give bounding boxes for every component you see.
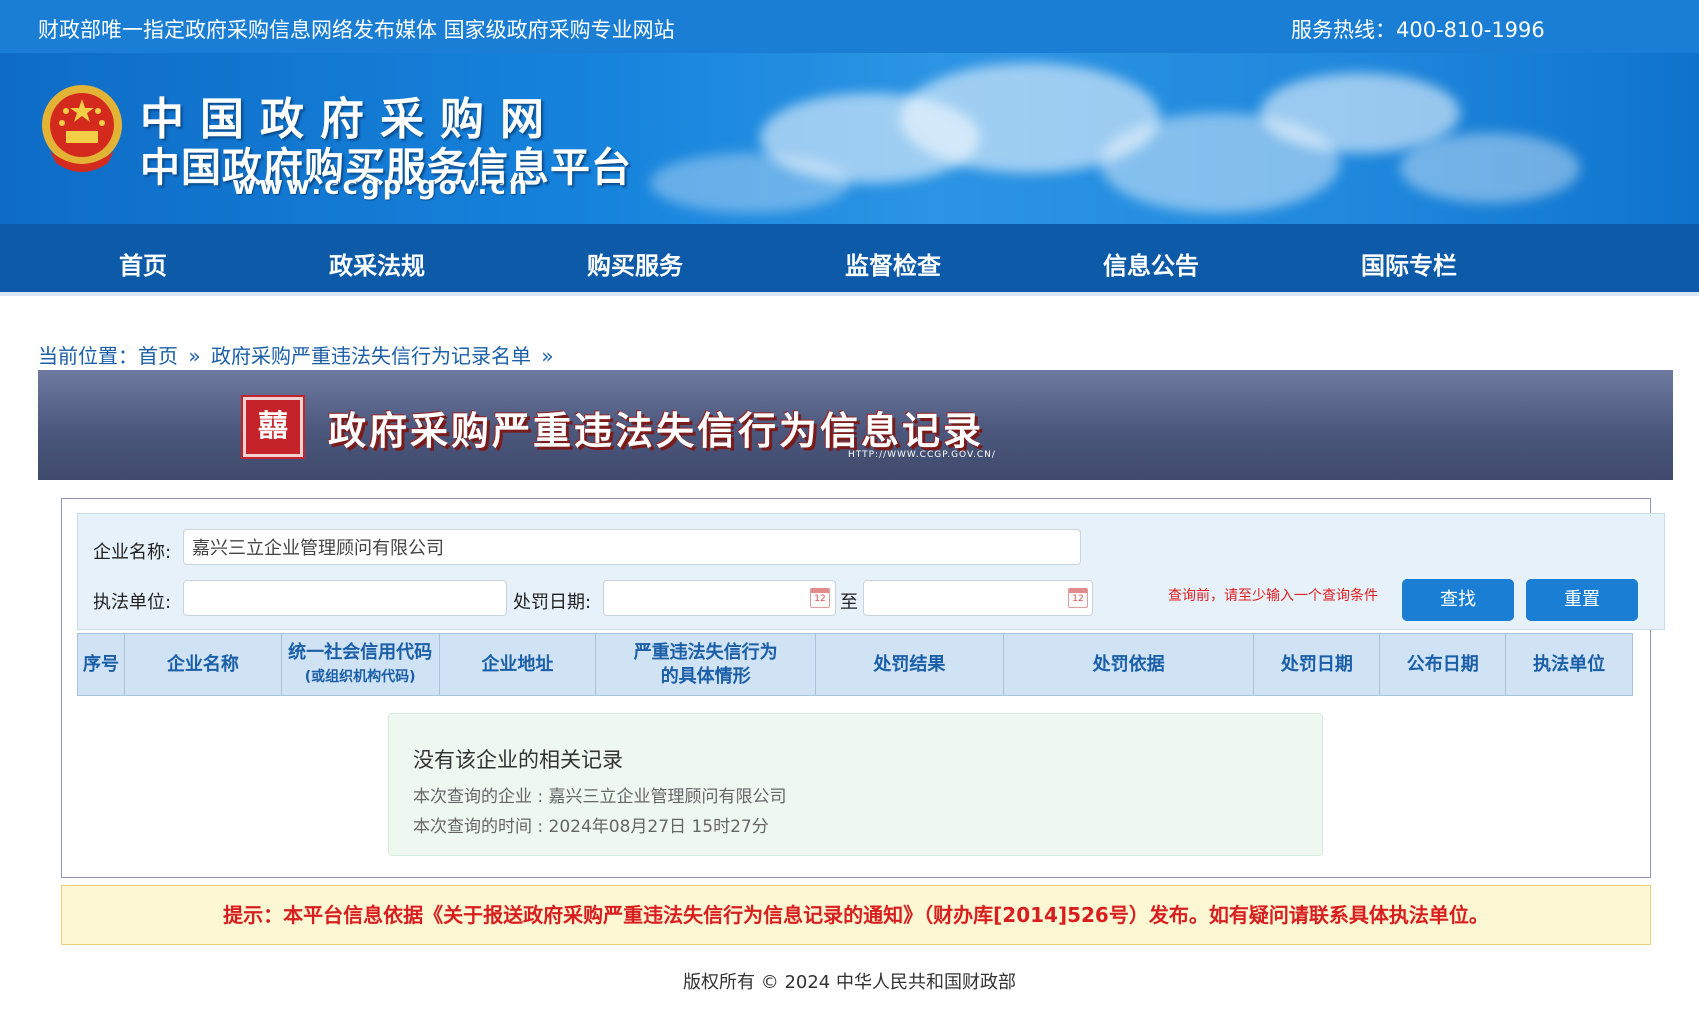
title-banner: 囍 政府采购严重违法失信行为信息记录 HTTP://WWW.CCGP.GOV.C… <box>38 370 1673 480</box>
column-header-index: 序号 <box>78 634 125 695</box>
site-banner: 中国政府采购网 中国政府购买服务信息平台 www.ccgp.gov.cn <box>0 53 1699 224</box>
company-name-label: 企业名称: <box>93 542 172 563</box>
nav-item-home[interactable]: 首页 <box>119 246 167 281</box>
penalty-date-label: 处罚日期: <box>513 592 592 613</box>
breadcrumb-separator: » <box>541 344 554 368</box>
breadcrumb-current-link[interactable]: 政府采购严重违法失信行为记录名单 <box>211 344 531 368</box>
queried-company: 本次查询的企业 : 嘉兴三立企业管理顾问有限公司 <box>413 787 787 807</box>
column-header-company: 企业名称 <box>125 634 282 695</box>
no-record-message-box: 没有该企业的相关记录 本次查询的企业 : 嘉兴三立企业管理顾问有限公司 本次查询… <box>388 713 1323 856</box>
site-slogan: 财政部唯一指定政府采购信息网络发布媒体 国家级政府采购专业网站 <box>38 18 675 42</box>
top-strip: 财政部唯一指定政府采购信息网络发布媒体 国家级政府采购专业网站 服务热线：400… <box>0 0 1699 53</box>
column-header-violation: 严重违法失信行为 的具体情形 <box>596 634 817 695</box>
date-to-input[interactable] <box>863 580 1093 616</box>
title-banner-url: HTTP://WWW.CCGP.GOV.CN/ <box>848 450 996 460</box>
column-header-agency: 执法单位 <box>1533 653 1606 675</box>
main-nav: 首页 政采法规 购买服务 监督检查 信息公告 国际专栏 <box>0 224 1699 296</box>
breadcrumb: 当前位置：首页 » 政府采购严重违法失信行为记录名单 » <box>38 340 558 369</box>
reset-button[interactable]: 重置 <box>1526 579 1638 621</box>
agency-input[interactable] <box>183 580 507 616</box>
column-header-penalty-result: 处罚结果 <box>816 634 1004 695</box>
national-emblem-icon <box>42 85 122 172</box>
column-header-address: 企业地址 <box>440 634 597 695</box>
column-header-penalty-date: 处罚日期 <box>1254 634 1381 695</box>
calendar-icon[interactable]: 12 <box>810 588 830 608</box>
seal-icon: 囍 <box>241 395 305 459</box>
nav-item-supervision[interactable]: 监督检查 <box>845 246 941 281</box>
logo-url: www.ccgp.gov.cn <box>232 171 531 201</box>
search-hint: 查询前，请至少输入一个查询条件 <box>1168 588 1378 604</box>
company-name-input[interactable] <box>183 529 1081 565</box>
breadcrumb-separator: » <box>188 344 201 368</box>
results-table-header: 序号 企业名称 统一社会信用代码 (或组织机构代码) 企业地址 严重违法失信行为的… <box>77 633 1633 696</box>
nav-item-purchase-services[interactable]: 购买服务 <box>587 246 683 281</box>
nav-item-international[interactable]: 国际专栏 <box>1361 246 1457 281</box>
column-header-publish-date: 公布日期 <box>1380 634 1507 695</box>
nav-item-regulations[interactable]: 政采法规 <box>329 246 425 281</box>
breadcrumb-home-link[interactable]: 首页 <box>138 344 178 368</box>
column-header-credit-code: 统一社会信用代码 (或组织机构代码) <box>282 634 440 695</box>
date-range-to-label: 至 <box>840 592 858 613</box>
query-time: 本次查询的时间 : 2024年08月27日 15时27分 <box>413 817 769 837</box>
breadcrumb-prefix: 当前位置： <box>38 344 138 368</box>
page-title: 政府采购严重违法失信行为信息记录 <box>328 409 985 453</box>
nav-item-announcements[interactable]: 信息公告 <box>1103 246 1199 281</box>
search-button[interactable]: 查找 <box>1402 579 1514 621</box>
notice-banner: 提示：本平台信息依据《关于报送政府采购严重违法失信行为信息记录的通知》（财办库[… <box>61 885 1651 945</box>
no-record-message: 没有该企业的相关记录 <box>413 748 623 772</box>
copyright-footer: 版权所有 © 2024 中华人民共和国财政部 <box>683 972 1016 993</box>
agency-label: 执法单位: <box>93 592 172 613</box>
column-header-penalty-basis: 处罚依据 <box>1004 634 1255 695</box>
service-hotline: 服务热线：400-810-1996 <box>1291 18 1545 42</box>
date-from-input[interactable] <box>603 580 836 616</box>
calendar-icon[interactable]: 12 <box>1068 588 1088 608</box>
